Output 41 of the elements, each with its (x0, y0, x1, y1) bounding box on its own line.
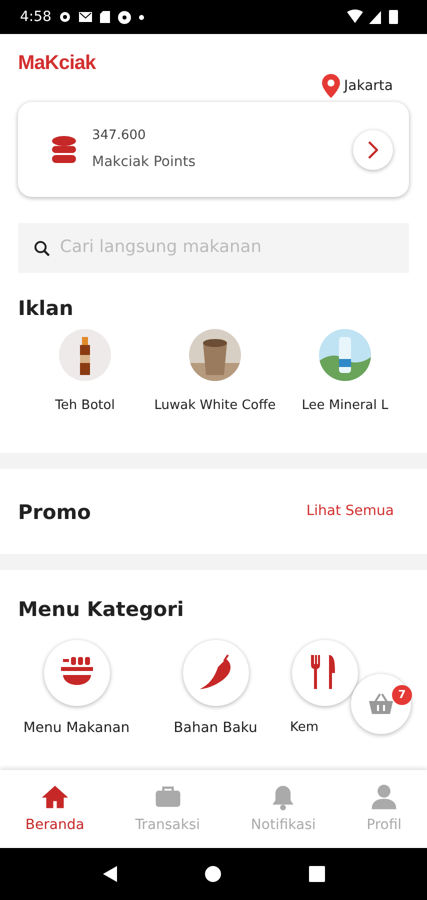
see-all-link[interactable]: Lihat Semua (306, 501, 394, 522)
bowl-icon (60, 657, 92, 685)
category-button[interactable] (44, 640, 110, 706)
dot-icon (139, 14, 144, 20)
ad-name: Lee Mineral L (302, 397, 388, 415)
cutlery-icon (311, 655, 335, 689)
section-title: Menu Kategori (18, 596, 185, 623)
home-icon[interactable] (204, 866, 220, 882)
location-label[interactable]: Jakarta (344, 76, 393, 96)
mail-icon (79, 12, 92, 22)
chevron-right-icon (368, 140, 378, 158)
sd-card-icon (100, 11, 110, 23)
location-pin-icon (322, 74, 340, 98)
ad-item[interactable]: Lee Mineral L (280, 329, 410, 453)
category-label: Menu Makanan (23, 719, 130, 738)
person-icon (370, 782, 398, 810)
section-title: Promo (18, 498, 91, 526)
ad-name: Luwak White Coffe (154, 397, 276, 415)
ad-name: Teh Botol (55, 397, 115, 415)
ad-item[interactable]: Luwak White Coffe (150, 329, 280, 453)
cart-button[interactable] (351, 674, 411, 734)
search-icon (34, 240, 50, 256)
recents-icon[interactable] (308, 866, 324, 882)
app-logo: MaKciak (18, 51, 96, 76)
category-label: Bahan Baku (174, 719, 258, 738)
chevron-right-button[interactable] (353, 130, 393, 170)
points-amount: 347.600 (92, 127, 147, 146)
nav-tab[interactable]: Beranda (25, 776, 84, 842)
points-label: Makciak Points (92, 152, 197, 172)
search-input[interactable]: Cari langsung makanan (58, 234, 393, 262)
basket-icon (368, 692, 394, 716)
section-title: Iklan (18, 295, 74, 322)
chili-icon (200, 654, 230, 689)
category-button[interactable] (182, 640, 248, 706)
category-label: Kem (290, 719, 319, 737)
status-time: 4:58 (20, 8, 52, 26)
search-field[interactable]: Cari langsung makanan (18, 223, 409, 273)
back-icon[interactable] (102, 866, 116, 882)
ad-item[interactable]: Teh Botol (20, 329, 150, 453)
coins-icon (52, 136, 76, 164)
category-button[interactable] (292, 640, 358, 706)
